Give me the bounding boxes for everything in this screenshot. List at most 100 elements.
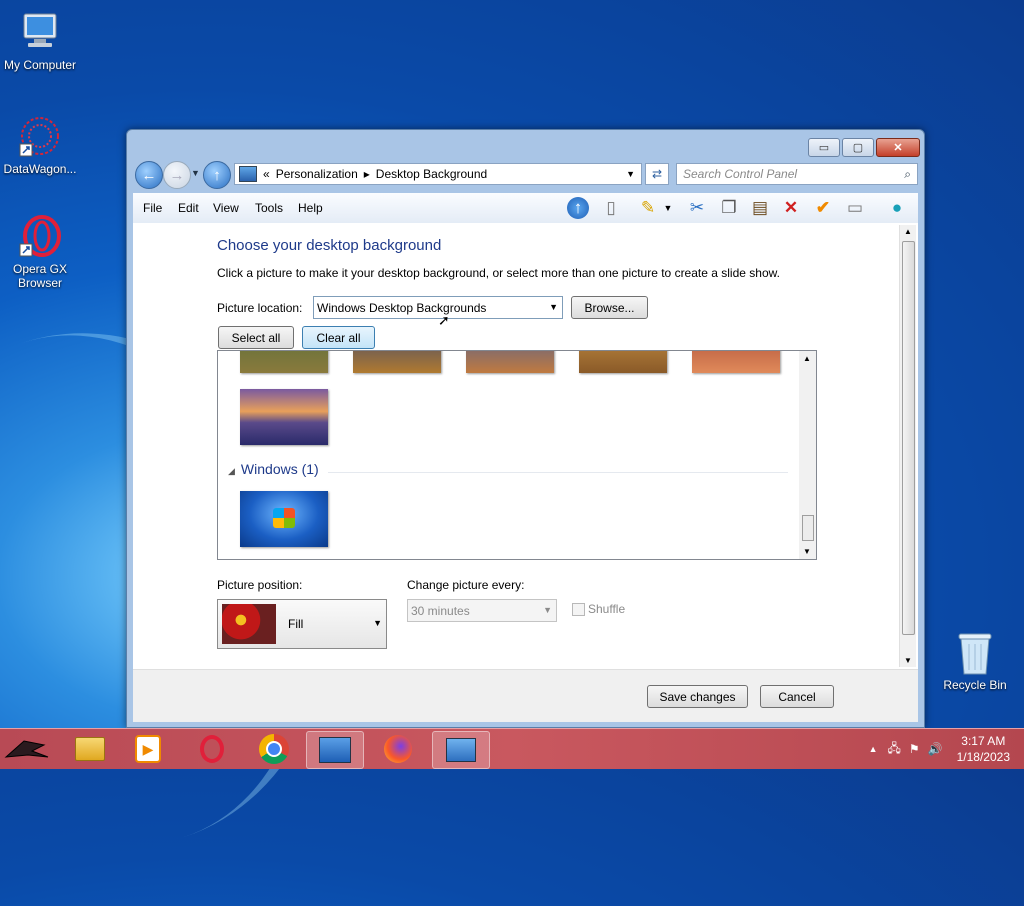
chrome-icon [259,734,289,764]
taskbar-app-window[interactable] [306,731,364,769]
chevron-right-icon: ▸ [363,167,370,181]
picture-position-label: Picture position: [217,578,303,592]
navigation-bar: ← → ▼ ↑ « Personalization ▸ Desktop Back… [133,160,918,190]
start-button[interactable] [0,731,54,767]
breadcrumb-desktop-background[interactable]: Desktop Background [376,167,487,181]
taskbar: ▶ ▲ 🖧 ⚑ 🔊 3:17 AM 1/18/2023 [0,728,1024,769]
back-button[interactable]: ← [135,161,163,189]
breadcrumb-prefix[interactable]: « [263,167,270,181]
desktop-icon-recycle-bin[interactable]: Recycle Bin [935,630,1015,692]
up-folder-icon[interactable]: ↑ [567,197,589,219]
opera-gx-icon [18,214,62,258]
arrow-up-icon: ↑ [213,166,221,184]
browse-button[interactable]: Browse... [571,296,648,319]
favorites-dropdown-icon[interactable]: ▼ [656,197,680,219]
volume-icon[interactable]: 🔊 [928,742,943,756]
clock-time: 3:17 AM [961,734,1006,748]
picture-location-label: Picture location: [217,301,303,315]
desktop-icon-label: My Computer [3,58,77,72]
up-button[interactable]: ↑ [203,161,231,189]
page-description: Click a picture to make it your desktop … [217,266,780,280]
clear-all-button[interactable]: Clear all [302,326,375,349]
delete-icon[interactable]: ✕ [779,197,803,219]
gallery-scroll-thumb[interactable] [802,515,814,541]
menu-help[interactable]: Help [298,201,323,215]
properties-icon[interactable]: ▭ [843,197,867,219]
show-hidden-icons-icon[interactable]: ▲ [869,744,878,754]
change-interval-value: 30 minutes [411,603,470,618]
recent-pages-dropdown[interactable]: ▼ [191,168,200,178]
search-icon[interactable]: ⌕ [904,167,911,182]
menu-tools[interactable]: Tools [255,201,283,215]
desktop-icon-datawagon[interactable]: DataWagon... [0,114,80,176]
menu-edit[interactable]: Edit [178,201,199,215]
taskbar-file-explorer[interactable] [62,731,118,767]
firefox-icon [384,735,412,763]
maximize-button[interactable]: ▢ [842,138,874,157]
media-player-icon: ▶ [135,735,161,763]
collapse-triangle-icon: ◢ [228,466,235,476]
scroll-down-icon[interactable]: ▼ [803,547,811,556]
desktop-icon-opera-gx[interactable]: Opera GX Browser [0,214,80,290]
menu-view[interactable]: View [213,201,239,215]
picture-position-value: Fill [288,617,304,631]
copy-icon[interactable]: ❐ [717,197,741,219]
picture-gallery: ◢ Windows (1) ▲ ▼ [217,350,817,560]
gallery-scrollbar[interactable]: ▲ ▼ [799,351,816,559]
desktop-icon-my-computer[interactable]: My Computer [0,10,80,72]
breadcrumb-personalization[interactable]: Personalization [276,167,358,181]
select-all-button[interactable]: Select all [218,326,294,349]
group-divider [328,472,788,473]
panel-toggle-icon[interactable]: ▯ [599,197,623,219]
taskbar-chrome[interactable] [246,731,302,767]
refresh-button[interactable]: ⇄ [645,163,669,185]
address-dropdown-icon[interactable]: ▼ [626,169,635,179]
taskbar-firefox[interactable] [370,731,426,767]
picture-position-select[interactable]: Fill ▼ [217,599,387,649]
rog-logo-icon [4,740,49,758]
system-tray: ▲ 🖧 ⚑ 🔊 3:17 AM 1/18/2023 [869,729,1024,769]
mouse-cursor-icon: ➚ [438,312,450,328]
paste-icon[interactable]: ▤ [748,197,772,219]
wallpaper-thumbnail[interactable] [240,389,328,445]
cancel-button[interactable]: Cancel [760,685,834,708]
chevron-down-icon: ▼ [549,302,558,312]
wallpaper-thumbnail[interactable] [466,351,554,373]
folder-icon [75,737,105,761]
save-changes-button[interactable]: Save changes [647,685,748,708]
scroll-up-icon[interactable]: ▲ [803,354,811,363]
dialog-footer: Save changes Cancel [133,669,918,722]
shuffle-checkbox[interactable] [572,603,585,616]
forward-button[interactable]: → [163,161,191,189]
scroll-down-icon[interactable]: ▼ [904,656,912,665]
address-bar[interactable]: « Personalization ▸ Desktop Background ▼ [234,163,642,185]
content-scrollbar[interactable]: ▲ ▼ [899,225,916,667]
control-panel-icon [239,166,257,182]
cut-icon[interactable]: ✂ [685,197,709,219]
computer-icon [18,10,62,54]
search-placeholder: Search Control Panel [683,167,798,181]
taskbar-control-panel[interactable] [432,731,490,769]
wallpaper-thumbnail[interactable] [353,351,441,373]
arrow-right-icon: → [169,166,185,184]
checkmark-icon[interactable]: ✔ [811,197,835,219]
taskbar-opera-gx[interactable] [184,731,240,767]
action-center-flag-icon[interactable]: ⚑ [909,742,920,756]
close-button[interactable]: ✕ [876,138,920,157]
network-icon[interactable]: 🖧 [888,739,901,760]
desktop-icon-label: Recycle Bin [943,678,1007,692]
taskbar-media-player[interactable]: ▶ [120,731,176,767]
globe-icon[interactable]: ● [885,197,909,219]
wallpaper-thumbnail[interactable] [240,351,328,373]
group-header-windows[interactable]: ◢ Windows (1) [228,461,319,477]
clock[interactable]: 3:17 AM 1/18/2023 [957,733,1010,765]
change-interval-select[interactable]: 30 minutes ▼ [407,599,557,622]
menu-file[interactable]: File [143,201,162,215]
scroll-up-icon[interactable]: ▲ [904,227,912,236]
content-scroll-thumb[interactable] [902,241,915,635]
wallpaper-thumbnail[interactable] [579,351,667,373]
wallpaper-thumbnail[interactable] [692,351,780,373]
search-input[interactable]: Search Control Panel ⌕ [676,163,918,185]
minimize-button[interactable]: ▭ [808,138,840,157]
windows-wallpaper-thumbnail[interactable] [240,491,328,547]
